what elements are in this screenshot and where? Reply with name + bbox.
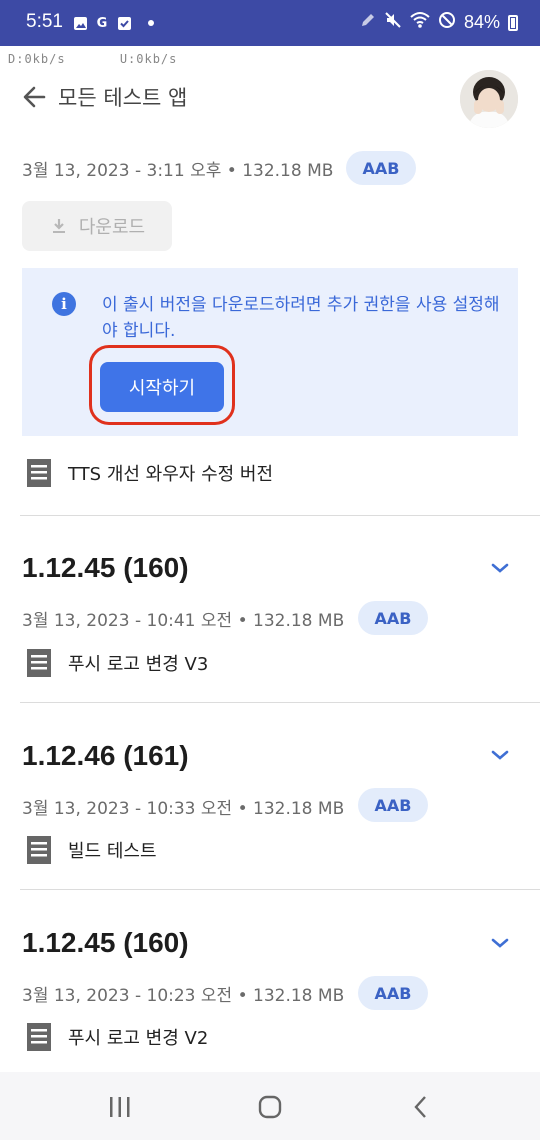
version-meta: 3월 13, 2023 - 10:41 오전 • 132.18 MB	[22, 611, 345, 631]
chevron-left-icon	[414, 1096, 426, 1118]
chevron-down-icon[interactable]	[488, 931, 512, 955]
back-button[interactable]	[18, 80, 52, 114]
download-label: 다운로드	[78, 217, 146, 238]
battery-percent: 84%	[463, 12, 500, 32]
release-notes-icon	[27, 836, 51, 864]
system-back-button[interactable]	[405, 1090, 439, 1124]
version-meta: 3월 13, 2023 - 10:23 오전 • 132.18 MB	[22, 986, 345, 1006]
home-icon	[258, 1095, 282, 1119]
version-meta: 3월 13, 2023 - 10:33 오전 • 132.18 MB	[22, 799, 345, 819]
version-title: 1.12.46 (161)	[22, 740, 189, 771]
version-note-text: 빌드 테스트	[68, 841, 157, 862]
google-icon: G	[96, 15, 108, 31]
format-badge: AAB	[346, 151, 416, 185]
status-bar: 5:51 G 84%	[0, 0, 540, 46]
recent-apps-icon	[110, 1097, 130, 1117]
format-badge: AAB	[358, 976, 428, 1010]
permission-info-banner: i 이 출시 버전을 다운로드하려면 추가 권한을 사용 설정해야 합니다. 시…	[22, 268, 518, 436]
release-notes-icon	[27, 459, 51, 487]
version-title: 1.12.45 (160)	[22, 552, 189, 583]
page-title: 모든 테스트 앱	[58, 86, 188, 110]
version-note: 푸시 로고 변경 V3	[26, 648, 208, 678]
download-speed: D:0kb/s	[8, 52, 66, 66]
wifi-icon	[410, 11, 430, 34]
notification-dot-icon	[148, 20, 154, 26]
release-note-text: TTS 개선 와우자 수정 버전	[68, 464, 274, 485]
recent-apps-button[interactable]	[103, 1090, 137, 1124]
avatar[interactable]	[460, 70, 518, 128]
info-message: 이 출시 버전을 다운로드하려면 추가 권한을 사용 설정해야 합니다.	[102, 295, 500, 341]
version-note: 빌드 테스트	[26, 835, 157, 865]
release-meta: 3월 13, 2023 - 3:11 오후 • 132.18 MB	[22, 161, 334, 181]
download-button[interactable]: 다운로드	[22, 201, 172, 251]
mute-icon	[384, 11, 402, 34]
start-button[interactable]: 시작하기	[100, 362, 224, 412]
info-icon: i	[52, 292, 76, 316]
version-note-text: 푸시 로고 변경 V3	[68, 654, 209, 675]
chevron-down-icon[interactable]	[488, 743, 512, 767]
divider	[20, 702, 540, 703]
profile-illustration-icon	[460, 70, 518, 128]
pen-icon	[360, 12, 376, 33]
format-badge: AAB	[358, 788, 428, 822]
chevron-down-icon[interactable]	[488, 556, 512, 580]
status-time: 5:51	[26, 11, 63, 32]
release-notes-icon	[27, 1023, 51, 1051]
divider	[20, 889, 540, 890]
system-nav-bar	[0, 1072, 540, 1140]
upload-speed: U:0kb/s	[119, 52, 178, 66]
home-button[interactable]	[253, 1090, 287, 1124]
version-note-text: 푸시 로고 변경 V2	[68, 1028, 209, 1049]
checkbox-icon	[116, 15, 132, 31]
version-note: 푸시 로고 변경 V2	[26, 1022, 208, 1052]
network-speed: D:0kb/s U:0kb/s	[8, 52, 223, 66]
release-note: TTS 개선 와우자 수정 버전	[26, 458, 273, 488]
format-badge: AAB	[358, 601, 428, 635]
arrow-left-icon	[23, 86, 46, 108]
version-title: 1.12.45 (160)	[22, 927, 189, 958]
do-not-disturb-icon	[438, 11, 456, 34]
release-notes-icon	[27, 649, 51, 677]
battery-icon	[508, 14, 518, 31]
gallery-icon	[72, 15, 88, 31]
download-icon	[52, 219, 65, 233]
divider	[20, 515, 540, 516]
